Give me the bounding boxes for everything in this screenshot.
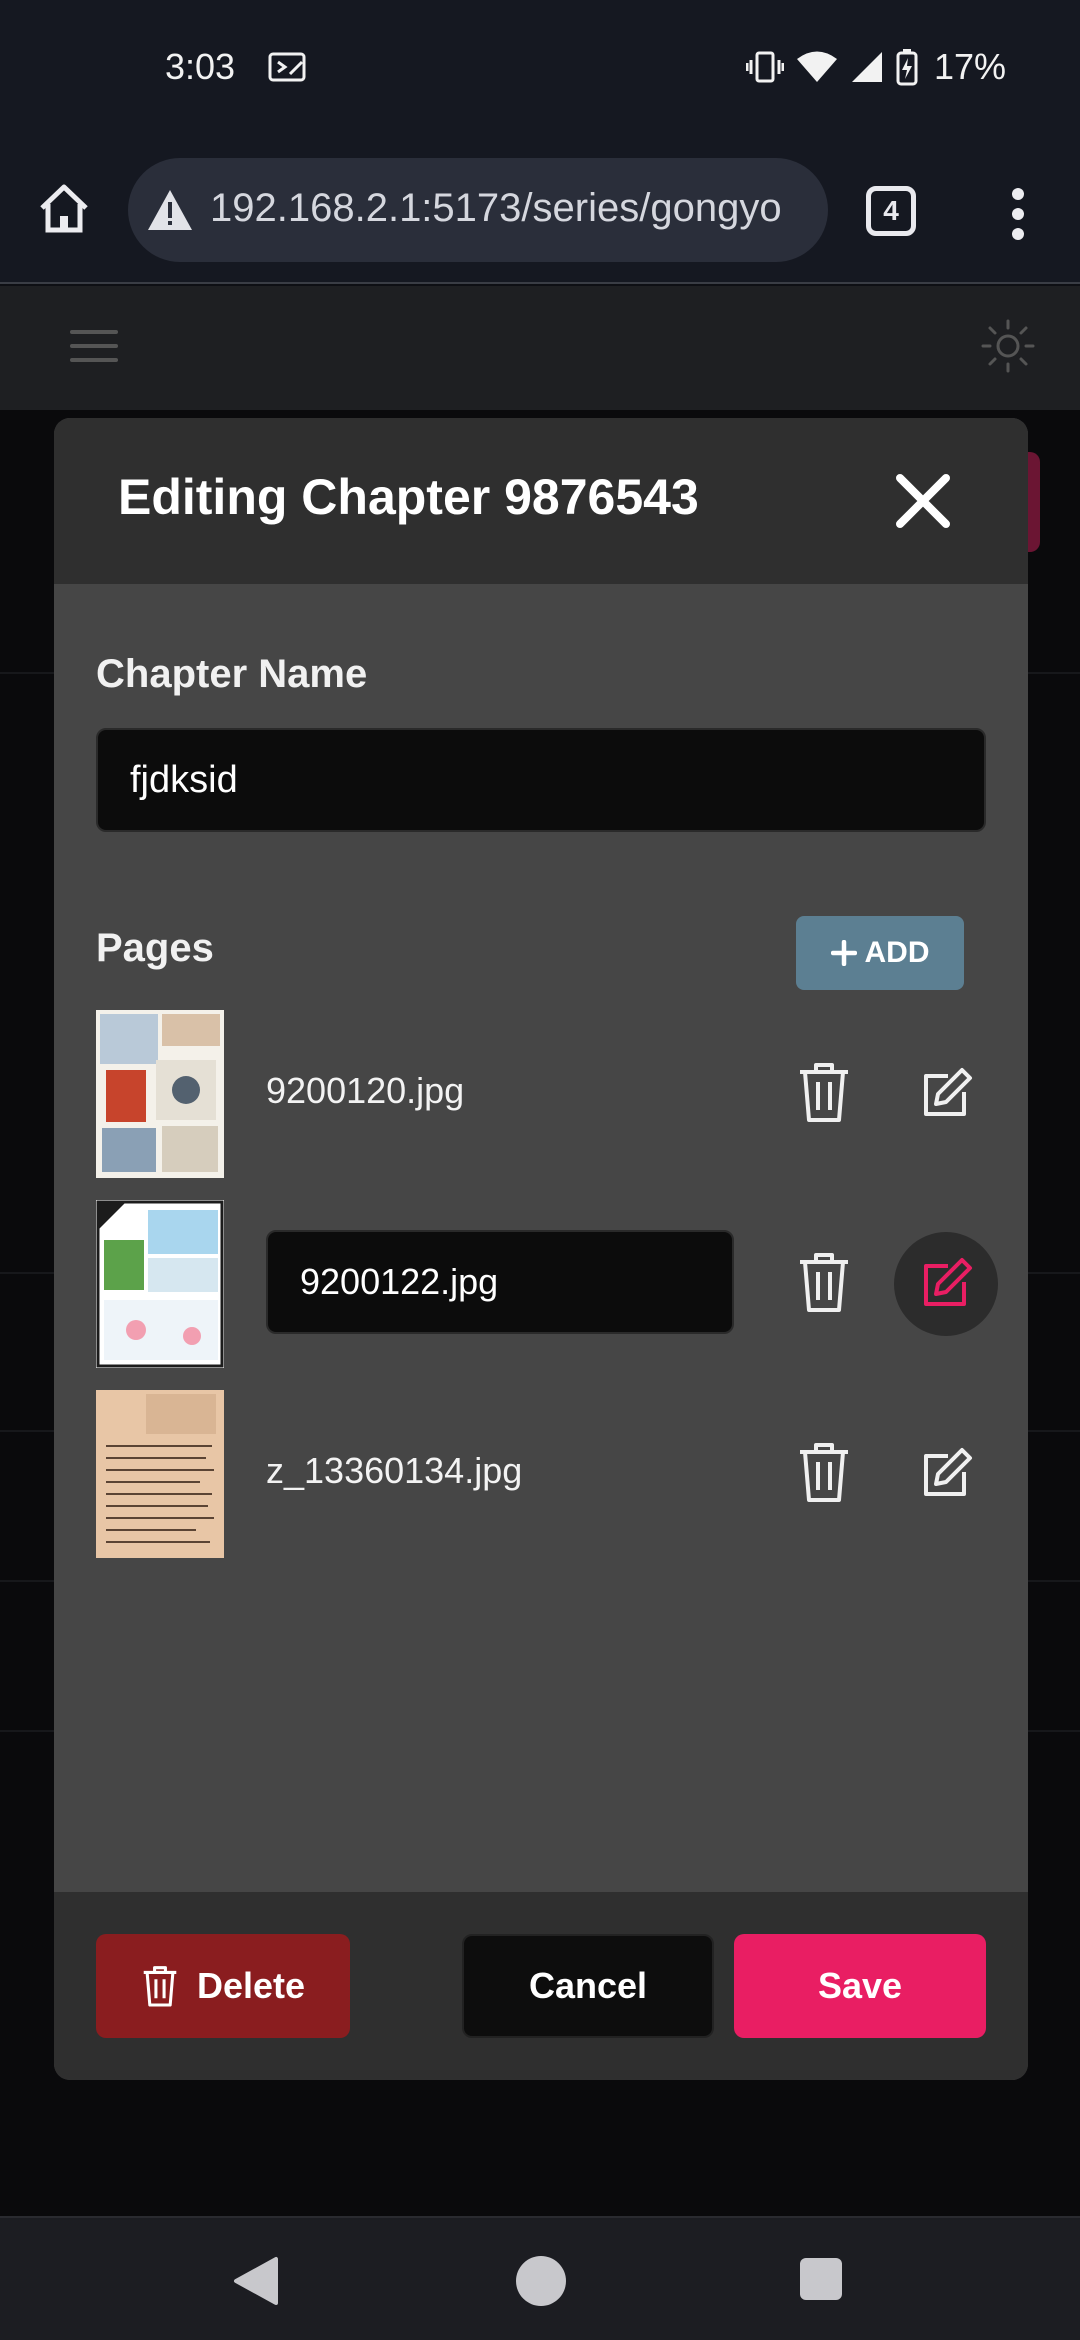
system-nav-bar xyxy=(0,2216,1080,2340)
page-row xyxy=(96,1200,998,1368)
page-filename-input[interactable] xyxy=(266,1230,734,1334)
page-row: 9200120.jpg xyxy=(96,1010,996,1178)
back-icon[interactable] xyxy=(232,2256,280,2306)
modal-header: Editing Chapter 9876543 xyxy=(54,418,1028,584)
thumbnail-image xyxy=(96,1390,224,1558)
save-button[interactable]: Save xyxy=(734,1934,986,2038)
edit-icon xyxy=(924,1258,972,1306)
edit-icon xyxy=(924,1448,972,1496)
browser-toolbar: 192.168.2.1:5173/series/gongyo 4 xyxy=(0,140,1080,284)
status-bar: 3:03 17% xyxy=(0,0,1080,140)
wifi-icon xyxy=(796,51,837,82)
recents-icon[interactable] xyxy=(800,2258,842,2300)
home-icon[interactable] xyxy=(36,180,92,236)
plus-icon xyxy=(830,940,857,966)
add-page-button[interactable]: ADD xyxy=(796,916,964,990)
delete-label: Delete xyxy=(196,1965,306,2006)
app-header xyxy=(0,286,1080,410)
chapter-name-label: Chapter Name xyxy=(96,652,368,696)
chapter-name-input[interactable] xyxy=(96,728,986,832)
home-nav-icon[interactable] xyxy=(516,2256,566,2306)
cancel-button[interactable]: Cancel xyxy=(462,1934,714,2038)
address-bar[interactable]: 192.168.2.1:5173/series/gongyo xyxy=(128,158,828,262)
add-button-label: ADD xyxy=(864,936,930,969)
trash-icon[interactable] xyxy=(796,1440,852,1504)
page-thumbnail[interactable] xyxy=(96,1200,224,1368)
battery-icon xyxy=(896,49,918,86)
edit-chapter-modal: Editing Chapter 9876543 Chapter Name Pag… xyxy=(54,418,1028,2080)
tabs-button[interactable]: 4 xyxy=(866,186,916,236)
trash-icon[interactable] xyxy=(796,1250,852,1314)
trash-icon xyxy=(143,1966,177,2007)
vibrate-icon xyxy=(745,51,784,83)
edit-icon xyxy=(924,1068,972,1116)
modal-footer: Delete Cancel Save xyxy=(54,1892,1028,2080)
edit-page-button[interactable] xyxy=(894,1042,998,1146)
page-thumbnail[interactable] xyxy=(96,1390,224,1558)
status-icons: 17% xyxy=(745,46,1006,88)
signal-icon xyxy=(851,52,882,82)
status-time: 3:03 xyxy=(165,46,236,87)
more-vert-icon[interactable] xyxy=(1006,184,1030,244)
edit-page-button[interactable] xyxy=(894,1422,998,1526)
modal-title: Editing Chapter 9876543 xyxy=(118,469,699,525)
page-row: z_13360134.jpg xyxy=(96,1390,996,1558)
page-thumbnail[interactable] xyxy=(96,1010,224,1178)
delete-chapter-button[interactable]: Delete xyxy=(96,1934,350,2038)
warning-icon[interactable] xyxy=(146,188,194,232)
hamburger-icon[interactable] xyxy=(68,324,120,368)
page-filename: z_13360134.jpg xyxy=(266,1450,523,1491)
sun-icon[interactable] xyxy=(980,318,1036,374)
close-icon[interactable] xyxy=(892,470,954,532)
media-icon xyxy=(268,52,306,82)
edit-page-button[interactable] xyxy=(894,1232,998,1336)
thumbnail-image xyxy=(96,1010,224,1178)
battery-percent: 17% xyxy=(933,46,1006,87)
page-filename: 9200120.jpg xyxy=(266,1070,465,1111)
thumbnail-image xyxy=(96,1200,224,1368)
trash-icon[interactable] xyxy=(796,1060,852,1124)
url-text[interactable]: 192.168.2.1:5173/series/gongyo xyxy=(210,186,782,231)
pages-label: Pages xyxy=(96,926,214,970)
